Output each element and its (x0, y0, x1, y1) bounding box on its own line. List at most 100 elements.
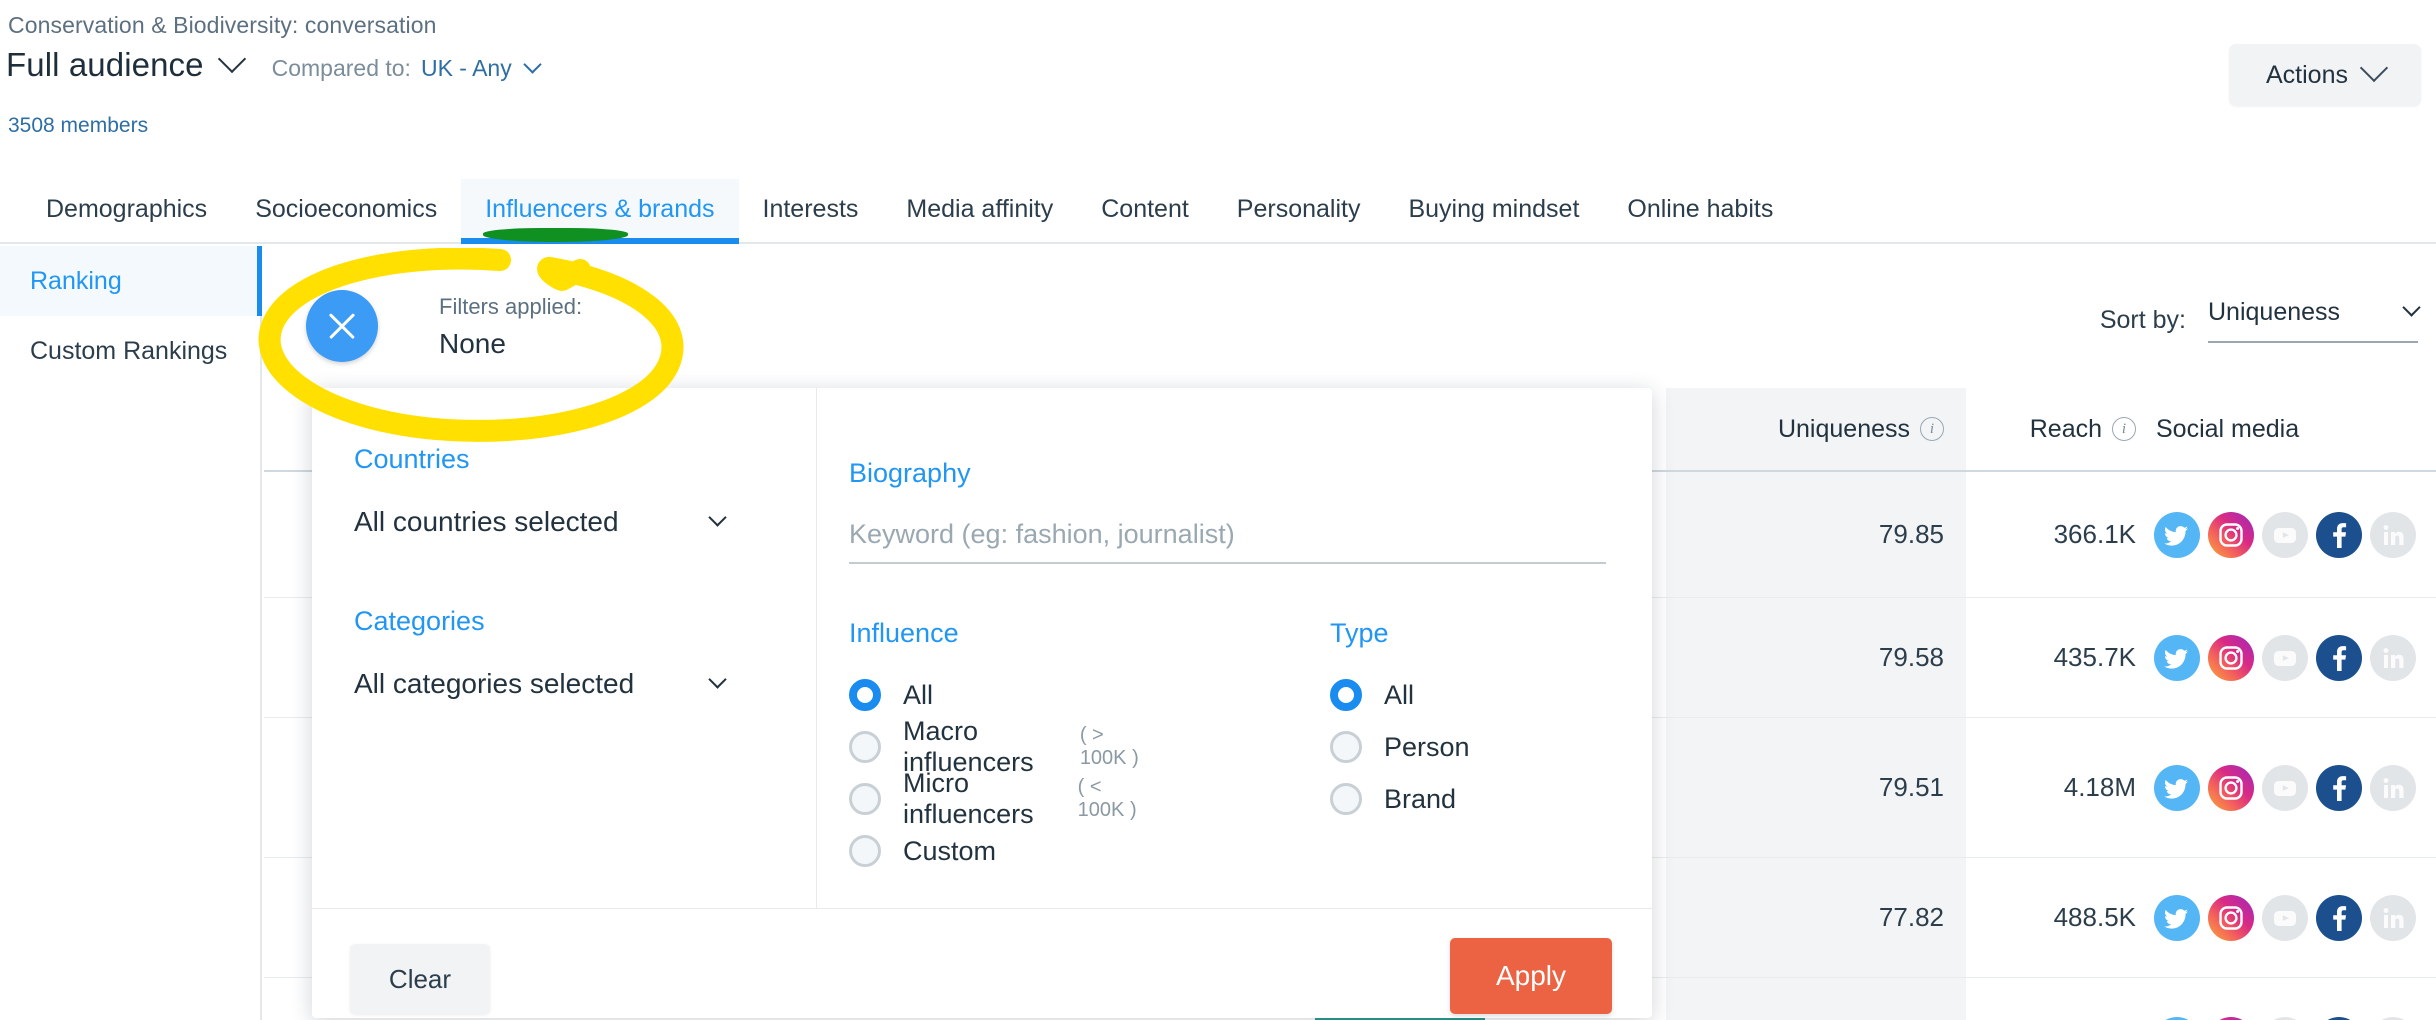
column-header-reach[interactable]: Reach i (1976, 388, 2136, 470)
instagram-icon[interactable] (2208, 634, 2254, 681)
page-subtitle: Conservation & Biodiversity: conversatio… (8, 12, 437, 38)
cell-reach: 435.7K (2053, 642, 2136, 672)
compared-to-value[interactable]: UK - Any (421, 55, 512, 82)
audience-title-row: Full audience Compared to: UK - Any (6, 44, 542, 84)
facebook-icon[interactable] (2316, 634, 2362, 681)
tab-buying-mindset[interactable]: Buying mindset (1384, 195, 1603, 242)
cell-social-media (2154, 978, 2416, 1020)
filter-panel-left-column: Countries All countries selected Categor… (312, 388, 817, 908)
influence-label: Influence (849, 618, 959, 648)
filter-dropdown-panel: Countries All countries selected Categor… (312, 388, 1652, 1018)
facebook-icon[interactable] (2316, 894, 2362, 941)
main-tabs: Demographics Socioeconomics Influencers … (0, 178, 2436, 244)
tab-media-affinity[interactable]: Media affinity (882, 195, 1077, 242)
twitter-icon[interactable] (2154, 634, 2200, 681)
twitter-icon[interactable] (2154, 764, 2200, 811)
cell-uniqueness: 79.85 (1666, 472, 1966, 597)
twitter-icon[interactable] (2154, 511, 2200, 558)
cell-uniqueness: 77.82 (1666, 858, 1966, 977)
instagram-icon[interactable] (2208, 894, 2254, 941)
left-sidebar: Ranking Custom Rankings (0, 246, 262, 1020)
tab-personality[interactable]: Personality (1213, 195, 1385, 242)
influence-option-micro[interactable]: Micro influencers ( < 100K ) (849, 768, 1149, 829)
instagram-icon[interactable] (2208, 511, 2254, 558)
influence-radio-group: Influence All Macro influencers ( > 100K… (849, 618, 1149, 877)
clear-button[interactable]: Clear (350, 944, 490, 1014)
cell-social-media (2154, 858, 2416, 977)
linkedin-icon[interactable] (2370, 894, 2416, 941)
green-highlighter-mark (483, 228, 628, 242)
type-option-all[interactable]: All (1330, 669, 1590, 721)
apply-button[interactable]: Apply (1450, 938, 1612, 1014)
cell-reach (1976, 978, 2136, 1020)
type-option-brand[interactable]: Brand (1330, 773, 1590, 825)
linkedin-icon[interactable] (2370, 634, 2416, 681)
categories-select[interactable]: All categories selected (354, 668, 774, 700)
tab-socioeconomics[interactable]: Socioeconomics (231, 195, 461, 242)
tab-online-habits[interactable]: Online habits (1603, 195, 1797, 242)
type-label: Type (1330, 618, 1389, 648)
info-icon[interactable]: i (2112, 417, 2136, 441)
influence-option-custom-label: Custom (903, 835, 997, 866)
actions-button[interactable]: Actions (2229, 44, 2421, 106)
youtube-icon[interactable] (2262, 511, 2308, 558)
tab-content[interactable]: Content (1077, 195, 1213, 242)
radio-icon (849, 783, 881, 815)
instagram-icon[interactable] (2208, 764, 2254, 811)
facebook-icon[interactable] (2316, 511, 2362, 558)
countries-select[interactable]: All countries selected (354, 506, 774, 538)
sidebar-item-ranking[interactable]: Ranking (0, 246, 262, 316)
close-icon[interactable] (306, 290, 378, 362)
cell-reach: 366.1K (2053, 519, 2136, 549)
youtube-icon[interactable] (2262, 764, 2308, 811)
panel-divider (312, 908, 1652, 909)
categories-select-value: All categories selected (354, 668, 635, 699)
filters-applied-value: None (439, 328, 506, 359)
column-header-social-media: Social media (2156, 414, 2300, 443)
sort-by-value: Uniqueness (2208, 298, 2341, 326)
page-title: Full audience (6, 46, 204, 83)
compared-to-dropdown-toggle[interactable] (523, 55, 542, 81)
radio-icon (849, 679, 881, 711)
youtube-icon[interactable] (2262, 634, 2308, 681)
influence-option-all-label: All (903, 679, 934, 710)
info-icon[interactable]: i (1920, 417, 1944, 441)
influence-option-macro[interactable]: Macro influencers ( > 100K ) (849, 716, 1149, 777)
filters-applied-label: Filters applied: (439, 294, 583, 319)
cell-reach: 4.18M (2063, 772, 2136, 802)
member-count[interactable]: 3508 members (8, 114, 148, 138)
linkedin-icon[interactable] (2370, 511, 2416, 558)
type-option-brand-label: Brand (1384, 783, 1457, 814)
actions-button-label: Actions (2266, 60, 2348, 89)
column-header-reach-label: Reach (2029, 414, 2102, 443)
sort-control: Sort by: Uniqueness (2099, 298, 2421, 343)
cell-uniqueness: 79.51 (1666, 718, 1966, 857)
radio-icon (1330, 679, 1362, 711)
twitter-icon[interactable] (2154, 894, 2200, 941)
type-option-person[interactable]: Person (1330, 721, 1590, 773)
chevron-down-icon (708, 507, 727, 527)
chevron-down-icon (2402, 298, 2421, 317)
influence-option-all[interactable]: All (849, 669, 1149, 721)
tab-interests[interactable]: Interests (739, 195, 883, 242)
youtube-icon[interactable] (2262, 894, 2308, 941)
chevron-down-icon (2359, 53, 2389, 83)
sort-by-label: Sort by: (2099, 306, 2186, 334)
sidebar-item-custom-rankings[interactable]: Custom Rankings (0, 316, 260, 386)
biography-keyword-input[interactable] (849, 506, 1606, 564)
type-radio-group: Type All Person Brand (1330, 618, 1590, 825)
influence-option-micro-label: Micro influencers (903, 768, 1034, 829)
audience-dropdown-toggle[interactable] (217, 44, 246, 81)
tab-demographics[interactable]: Demographics (22, 195, 231, 242)
cell-uniqueness (1666, 978, 1966, 1020)
facebook-icon[interactable] (2316, 764, 2362, 811)
chevron-down-icon (217, 44, 246, 74)
column-header-uniqueness[interactable]: Uniqueness i (1666, 388, 1966, 470)
sort-by-select[interactable]: Uniqueness (2208, 298, 2421, 343)
linkedin-icon[interactable] (2370, 764, 2416, 811)
compared-to-label: Compared to: (271, 55, 411, 81)
type-option-all-label: All (1384, 679, 1415, 710)
filter-bar: Filters applied: None Sort by: Uniquenes… (264, 246, 2436, 386)
influence-option-custom[interactable]: Custom (849, 825, 1149, 877)
countries-label: Countries (354, 444, 470, 474)
